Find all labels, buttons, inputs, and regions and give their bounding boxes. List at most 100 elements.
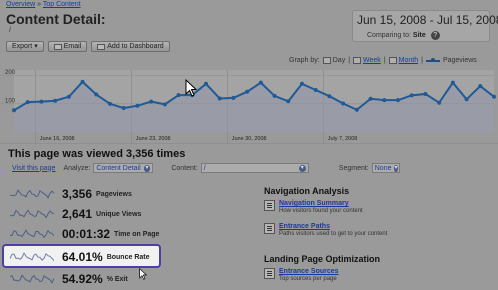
filter-bar: Visit this page Analyze: Content Detail … — [6, 163, 400, 173]
data-point — [437, 100, 442, 105]
chevron-down-icon: ▾ — [143, 164, 151, 172]
x-tick-label: June 23, 2008 — [136, 136, 171, 142]
metric-pageviews[interactable]: 3,356 Pageviews — [10, 187, 132, 201]
email-label: Email — [63, 43, 82, 50]
data-point — [94, 92, 99, 97]
content-label: Content: — [171, 164, 198, 172]
graph-by-month[interactable]: Month — [399, 57, 418, 64]
analyze-select[interactable]: Content Detail ▾ — [93, 163, 154, 173]
data-point — [478, 84, 483, 89]
mouse-pointer-icon — [185, 79, 197, 97]
data-point — [25, 100, 30, 105]
y-tick-label: 100 — [5, 98, 16, 104]
breadcrumb-top-content-link[interactable]: Top Content — [43, 1, 81, 8]
entrance-sources-desc: Top sources per page — [279, 276, 337, 282]
calendar-month-icon — [388, 57, 397, 64]
segment-value: None — [374, 164, 392, 172]
data-point — [108, 101, 112, 106]
data-point — [300, 81, 304, 86]
sparkline-path — [10, 274, 54, 284]
visit-page-link[interactable]: Visit this page — [12, 165, 55, 172]
navigation-analysis-heading: Navigation Analysis — [264, 186, 350, 196]
entrance-paths-item[interactable]: Entrance Paths Paths visitors used to ge… — [264, 223, 387, 237]
sparkline-icon — [10, 229, 54, 239]
metric-bounce-rate[interactable]: 64.01% Bounce Rate — [10, 250, 150, 264]
pageviews-chart: 200 100 June 16, 2008 June 23, 2008 June 30,… — [0, 70, 498, 144]
envelope-icon — [53, 43, 62, 50]
date-range-picker[interactable]: Jun 15, 2008 - Jul 15, 2008 Comparing to… — [352, 10, 498, 42]
y-tick-label: 200 — [5, 70, 16, 76]
report-icon — [264, 268, 275, 279]
analyze-value: Content Detail — [96, 164, 141, 172]
data-point — [80, 79, 85, 84]
chevron-down-icon: ▾ — [298, 164, 306, 172]
data-point — [39, 99, 44, 104]
metric-exit[interactable]: 54.92% % Exit — [10, 272, 128, 286]
data-point — [409, 93, 414, 98]
data-point — [396, 98, 400, 103]
page-path: / — [9, 27, 11, 34]
sparkline-path — [10, 229, 54, 239]
calendar-day-icon — [322, 57, 331, 64]
data-point — [272, 93, 277, 98]
metric-value: 00:01:32 — [62, 227, 111, 241]
navigation-summary-desc: How visitors found your content — [279, 208, 363, 214]
entrance-sources-link[interactable]: Entrance Sources — [279, 268, 339, 275]
analyze-label: Analyze: — [63, 164, 91, 172]
chevron-down-icon: ▾ — [394, 164, 398, 172]
sparkline-path — [10, 252, 54, 262]
sparkline-icon — [10, 274, 54, 284]
breadcrumb-overview-link[interactable]: Overview — [6, 1, 35, 8]
metric-time-on-page[interactable]: 00:01:32 Time on Page — [10, 227, 159, 241]
mouse-pointer-icon — [139, 268, 147, 280]
data-point — [121, 106, 126, 111]
comparing-label: Comparing to: — [367, 32, 411, 39]
metric-unique-views[interactable]: 2,641 Unique Views — [10, 207, 141, 221]
data-point — [245, 89, 250, 94]
x-tick-label: July 7, 2008 — [328, 136, 358, 142]
chevron-down-icon: ▾ — [34, 43, 38, 50]
report-icon — [264, 223, 275, 234]
entrance-paths-desc: Paths visitors used to get to your conte… — [279, 231, 388, 237]
legend-line-icon — [425, 57, 440, 62]
data-point — [450, 80, 455, 85]
data-point — [492, 94, 496, 99]
navigation-summary-link[interactable]: Navigation Summary — [279, 200, 363, 207]
calendar-week-icon — [353, 57, 362, 64]
data-point — [217, 96, 222, 101]
add-to-dashboard-button[interactable]: Add to Dashboard — [91, 41, 170, 52]
data-point — [341, 101, 346, 106]
sparkline-icon — [10, 189, 54, 199]
graph-by-week[interactable]: Week — [363, 57, 381, 64]
graph-by-day[interactable]: Day — [333, 57, 345, 64]
comparing-row: Comparing to: Site ? — [367, 31, 440, 40]
data-point — [327, 94, 332, 99]
data-point — [313, 88, 318, 93]
breadcrumb-separator: » — [37, 1, 42, 8]
date-range-text[interactable]: Jun 15, 2008 - Jul 15, 2008 — [357, 13, 498, 27]
metric-label: % Exit — [106, 275, 128, 283]
navigation-summary-item[interactable]: Navigation Summary How visitors found yo… — [264, 200, 363, 214]
data-point — [149, 99, 154, 104]
export-label: Export — [12, 43, 33, 50]
entrance-sources-item[interactable]: Entrance Sources Top sources per page — [264, 268, 339, 282]
page-title: Content Detail: — [6, 11, 106, 27]
metric-label: Unique Views — [96, 210, 142, 218]
legend-pageviews[interactable]: Pageviews — [443, 57, 477, 64]
data-point — [204, 81, 208, 86]
content-select[interactable]: / ▾ — [200, 163, 309, 173]
metric-value: 3,356 — [62, 187, 93, 201]
metric-label: Pageviews — [96, 190, 132, 198]
dashboard-icon — [97, 43, 106, 50]
data-point — [286, 99, 291, 104]
metric-value: 64.01% — [62, 250, 103, 264]
help-icon[interactable]: ? — [430, 31, 440, 40]
data-point — [231, 95, 236, 100]
export-button[interactable]: Export ▾ — [6, 41, 44, 52]
segment-select[interactable]: None ▾ — [371, 163, 400, 173]
comparing-value: Site — [412, 32, 426, 39]
entrance-paths-link[interactable]: Entrance Paths — [279, 223, 387, 230]
data-point — [464, 97, 469, 102]
email-button[interactable]: Email — [47, 41, 88, 52]
views-heading: This page was viewed 3,356 times — [8, 148, 186, 160]
